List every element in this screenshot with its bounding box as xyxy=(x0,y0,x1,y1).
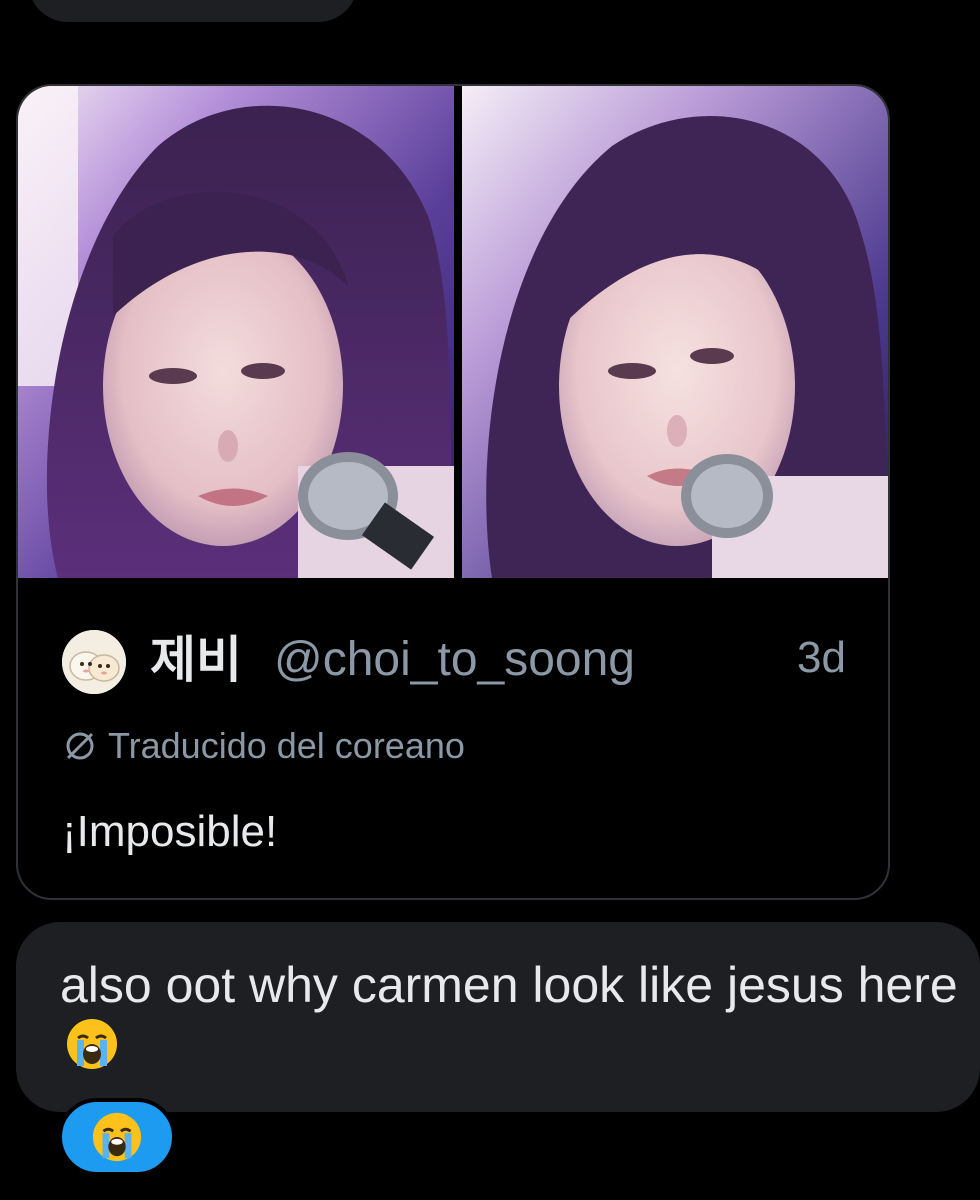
author-avatar[interactable] xyxy=(62,630,126,694)
chat-view: 제비 @choi_to_soong 3d Traducido del corea… xyxy=(0,0,980,1200)
translation-label: Traducido del coreano xyxy=(108,725,465,766)
tweet-body-text: ¡Imposible! xyxy=(62,807,278,856)
translate-globe-icon xyxy=(66,732,94,760)
tweet-photo-2[interactable] xyxy=(462,86,888,578)
tweet-photo-1[interactable] xyxy=(18,86,454,578)
tweet-timestamp: 3d xyxy=(797,633,846,682)
message-text: also oot why carmen look like jesus here xyxy=(60,957,958,1013)
loudly-crying-face-icon xyxy=(67,1019,117,1069)
tweet-author-row[interactable]: 제비 @choi_to_soong 3d xyxy=(62,614,862,694)
loudly-crying-face-icon xyxy=(92,1112,142,1162)
author-name[interactable]: 제비 xyxy=(150,628,242,692)
previous-message-bubble[interactable] xyxy=(28,0,358,22)
author-handle[interactable]: @choi_to_soong xyxy=(274,628,635,692)
chat-message-bubble[interactable]: also oot why carmen look like jesus here xyxy=(16,922,980,1112)
message-reaction[interactable] xyxy=(58,1098,176,1176)
message-text-container: also oot why carmen look like jesus here xyxy=(60,954,960,1080)
translation-notice[interactable]: Traducido del coreano xyxy=(62,724,465,768)
tweet-media-grid xyxy=(18,86,888,578)
quoted-tweet-card[interactable]: 제비 @choi_to_soong 3d Traducido del corea… xyxy=(16,84,890,900)
